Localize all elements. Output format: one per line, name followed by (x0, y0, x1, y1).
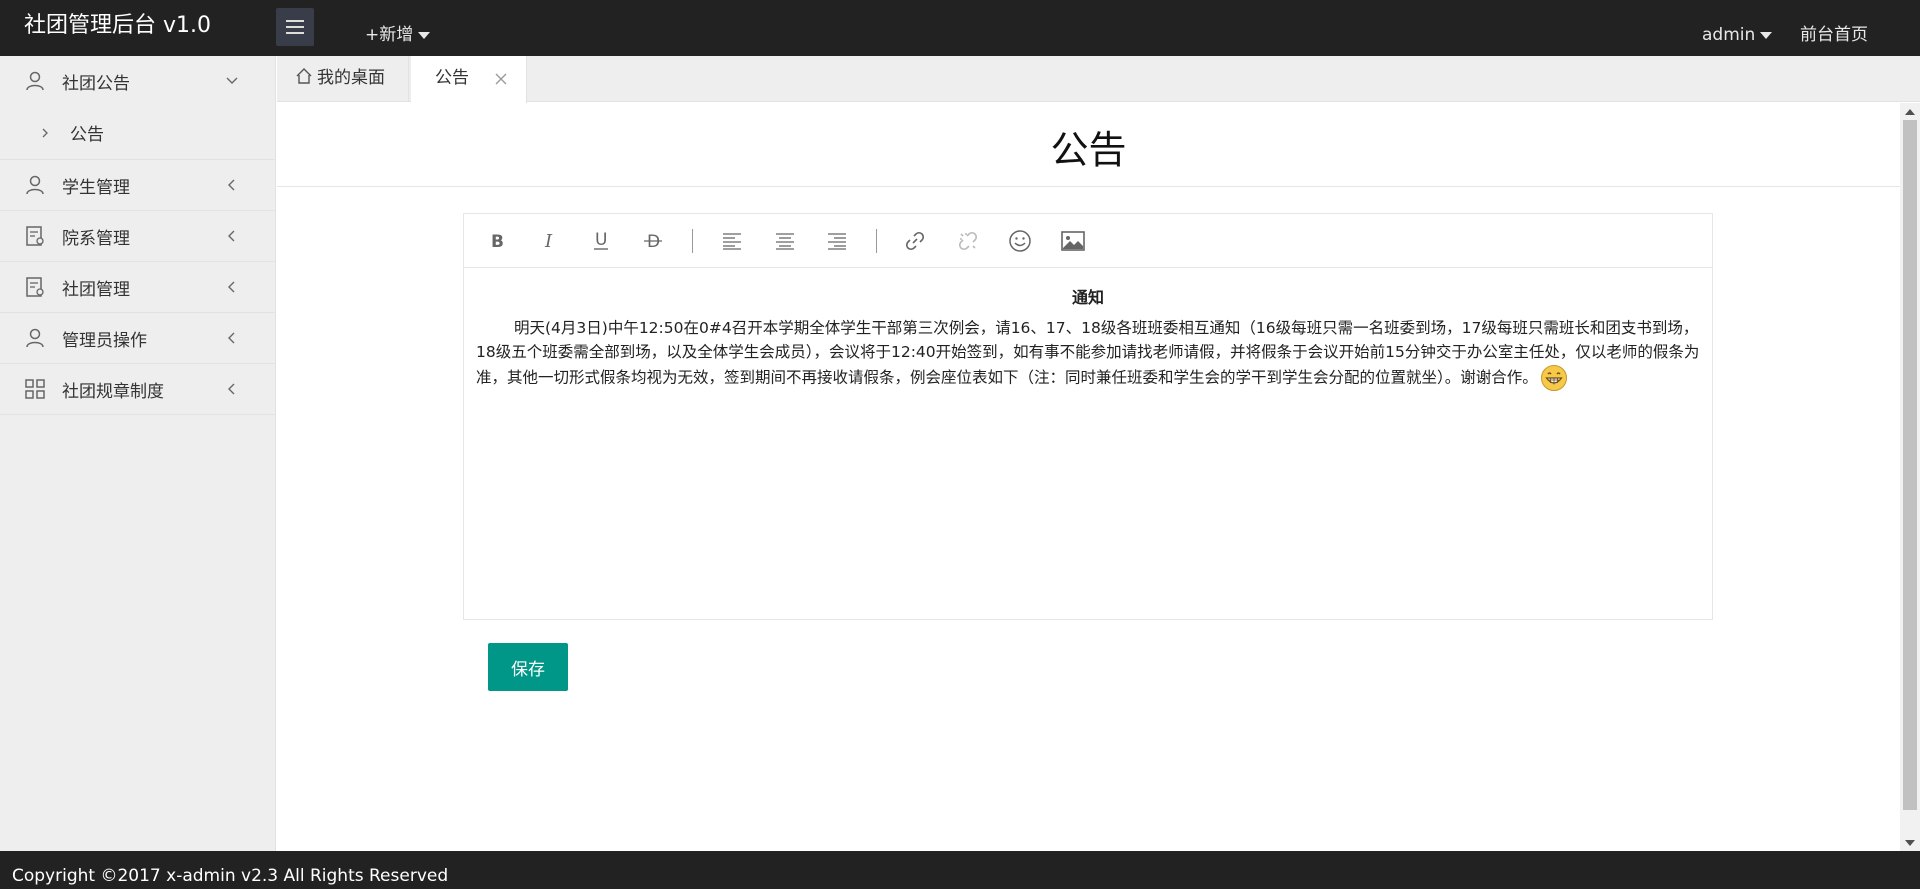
editor-toolbar: B I U D (464, 214, 1712, 268)
sidebar-item-clubs[interactable]: 社团管理 (0, 262, 275, 313)
document-icon (26, 277, 44, 297)
content-scrollbar[interactable] (1900, 103, 1920, 851)
grinning-emoji-icon (1540, 365, 1567, 391)
sidebar-item-departments[interactable]: 院系管理 (0, 211, 275, 262)
chevron-left-icon (228, 332, 235, 344)
footer: Copyright ©2017 x-admin v2.3 All Rights … (0, 851, 1920, 889)
sidebar-subitem-label: 公告 (70, 125, 104, 145)
user-icon (26, 71, 44, 91)
app-logo[interactable]: 社团管理后台 v1.0 (24, 0, 211, 56)
align-right-button[interactable] (824, 228, 850, 254)
sidebar-item-club-notice[interactable]: 社团公告 (0, 56, 275, 106)
sidebar-item-label: 学生管理 (62, 177, 130, 198)
chevron-left-icon (228, 179, 235, 191)
save-button[interactable]: 保存 (488, 643, 568, 691)
tab-bar: 我的桌面 公告 (277, 56, 1920, 103)
link-button[interactable] (902, 228, 928, 254)
top-header: 社团管理后台 v1.0 +新增 admin 前台首页 (0, 0, 1920, 56)
toolbar-divider (692, 229, 693, 253)
sidebar-item-label: 管理员操作 (62, 330, 147, 351)
close-icon[interactable] (491, 56, 511, 102)
image-icon (1061, 231, 1085, 251)
add-new-label: +新增 (365, 25, 414, 45)
sidebar-item-label: 社团公告 (62, 73, 130, 94)
emoji-button[interactable] (1007, 228, 1033, 254)
bold-button[interactable]: B (484, 228, 510, 254)
user-icon (26, 328, 44, 348)
underline-button[interactable]: U (588, 228, 614, 254)
chevron-left-icon (228, 383, 235, 395)
editor-content[interactable]: 通知 明天(4月3日)中午12:50在0#4召开本学期全体学生干部第三次例会，请… (476, 284, 1700, 392)
scrollbar-thumb[interactable] (1903, 120, 1917, 810)
svg-text:B: B (491, 232, 504, 250)
caret-down-icon (1760, 31, 1773, 39)
footer-copyright: Copyright ©2017 x-admin v2.3 All Rights … (12, 866, 449, 886)
smiley-icon (1009, 230, 1031, 252)
insert-image-button[interactable] (1060, 228, 1086, 254)
align-left-button[interactable] (719, 228, 745, 254)
align-center-icon (776, 233, 794, 250)
sidebar-item-students[interactable]: 学生管理 (0, 160, 275, 211)
menu-toggle-button[interactable] (276, 8, 314, 46)
scroll-down-arrow-icon[interactable] (1900, 834, 1920, 851)
user-name: admin (1702, 25, 1756, 45)
user-icon (26, 175, 44, 195)
svg-text:I: I (544, 232, 553, 250)
tab-label: 公告 (435, 68, 469, 88)
sidebar-item-club-rules[interactable]: 社团规章制度 (0, 364, 275, 415)
align-left-icon (723, 233, 741, 250)
link-icon (905, 231, 925, 251)
chevron-left-icon (228, 230, 235, 242)
page-title: 公告 (277, 103, 1900, 187)
chevron-down-icon (226, 77, 238, 84)
svg-text:U: U (595, 231, 607, 250)
tab-label: 我的桌面 (317, 68, 385, 88)
notice-heading: 通知 (1071, 288, 1104, 307)
chevron-left-icon (228, 281, 235, 293)
strikethrough-icon: D (644, 232, 662, 250)
italic-icon: I (544, 232, 553, 250)
underline-icon: U (594, 231, 608, 250)
main-content: 公告 B I U D 通知 明天(4月3日)中午12:50在0#4召开本学期全体… (277, 103, 1900, 851)
tab-my-desktop[interactable]: 我的桌面 (277, 56, 409, 102)
rich-text-editor[interactable]: B I U D 通知 明天(4月3日)中午12:50在0#4召开本学期全体学生干… (463, 213, 1713, 620)
sidebar-item-label: 社团管理 (62, 279, 130, 300)
sidebar-item-label: 社团规章制度 (62, 381, 164, 402)
sidebar-item-admin-ops[interactable]: 管理员操作 (0, 313, 275, 364)
sidebar: 社团公告 公告 学生管理 院系管理 社团管理 管理员操作 社团规章制度 (0, 56, 276, 851)
scroll-up-arrow-icon[interactable] (1900, 103, 1920, 120)
notice-body-text: 明天(4月3日)中午12:50在0#4召开本学期全体学生干部第三次例会，请16、… (476, 319, 1700, 387)
notice-paragraph: 明天(4月3日)中午12:50在0#4召开本学期全体学生干部第三次例会，请16、… (476, 316, 1700, 392)
document-icon (26, 226, 44, 246)
sidebar-subitem-notice[interactable]: 公告 (0, 106, 275, 160)
grid-icon (25, 379, 45, 399)
menu-icon (286, 20, 304, 34)
caret-down-icon (418, 31, 431, 39)
unlink-icon (958, 231, 978, 251)
tab-notice[interactable]: 公告 (411, 56, 527, 103)
bold-icon: B (491, 232, 504, 250)
align-right-icon (828, 233, 846, 250)
italic-button[interactable]: I (536, 228, 562, 254)
chevron-right-icon (42, 128, 48, 137)
home-icon (296, 68, 312, 84)
toolbar-divider (876, 229, 877, 253)
unlink-button[interactable] (955, 228, 981, 254)
sidebar-item-label: 院系管理 (62, 228, 130, 249)
align-center-button[interactable] (772, 228, 798, 254)
strikethrough-button[interactable]: D (640, 228, 666, 254)
